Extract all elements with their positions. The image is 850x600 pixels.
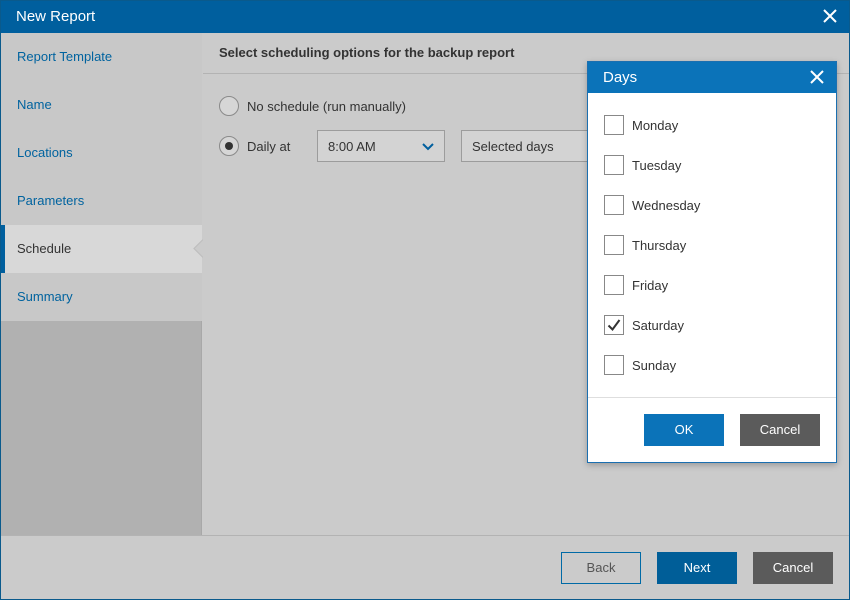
day-checkbox[interactable]	[604, 315, 624, 335]
sidebar-item-name[interactable]: Name	[1, 81, 202, 129]
sidebar-item-label: Summary	[17, 289, 73, 304]
close-icon[interactable]	[809, 69, 825, 85]
days-cancel-button[interactable]: Cancel	[740, 414, 820, 446]
ok-button[interactable]: OK	[644, 414, 724, 446]
sidebar-item-label: Locations	[17, 145, 73, 160]
time-select-value: 8:00 AM	[328, 139, 376, 154]
day-wednesday[interactable]: Wednesday	[604, 195, 824, 217]
sidebar-item-locations[interactable]: Locations	[1, 129, 202, 177]
window-title: New Report	[16, 8, 96, 25]
divider	[588, 397, 836, 398]
checkmark-icon	[607, 319, 621, 332]
days-mode-select[interactable]: Selected days	[461, 130, 601, 162]
title-bar: New Report	[1, 1, 849, 33]
sidebar-item-label: Report Template	[17, 49, 113, 64]
sidebar-item-parameters[interactable]: Parameters	[1, 177, 202, 225]
day-label: Monday	[632, 118, 679, 133]
wizard-footer: Back Next Cancel	[1, 535, 849, 599]
sidebar-item-label: Schedule	[17, 241, 72, 256]
chevron-down-icon	[422, 143, 434, 151]
day-label: Friday	[632, 278, 669, 293]
sidebar-item-summary[interactable]: Summary	[1, 273, 202, 321]
day-label: Tuesday	[632, 158, 682, 173]
sidebar-item-label: Parameters	[17, 193, 85, 208]
daily-at-label: Daily at	[247, 139, 291, 154]
days-mode-value: Selected days	[472, 139, 554, 154]
day-checkbox[interactable]	[604, 115, 624, 135]
day-checkbox[interactable]	[604, 275, 624, 295]
day-thursday[interactable]: Thursday	[604, 235, 824, 257]
days-dialog: Days Monday Tuesday Wednesday Thursday F…	[587, 61, 837, 463]
day-checkbox[interactable]	[604, 195, 624, 215]
day-tuesday[interactable]: Tuesday	[604, 155, 824, 177]
day-saturday[interactable]: Saturday	[604, 315, 824, 337]
day-label: Saturday	[632, 318, 685, 333]
no-schedule-label: No schedule (run manually)	[247, 99, 406, 114]
days-dialog-title: Days	[603, 69, 638, 86]
day-checkbox[interactable]	[604, 355, 624, 375]
sidebar-item-schedule[interactable]: Schedule	[1, 225, 202, 273]
day-label: Sunday	[632, 358, 677, 373]
daily-at-radio[interactable]	[219, 136, 239, 156]
close-icon[interactable]	[821, 7, 839, 25]
no-schedule-radio[interactable]	[219, 96, 239, 116]
back-button[interactable]: Back	[561, 552, 641, 584]
sidebar-item-report-template[interactable]: Report Template	[1, 33, 202, 81]
wizard-sidebar: Report Template Name Locations Parameter…	[1, 33, 202, 535]
sidebar-item-label: Name	[17, 97, 52, 112]
day-sunday[interactable]: Sunday	[604, 355, 824, 377]
day-label: Wednesday	[632, 198, 701, 213]
day-label: Thursday	[632, 238, 687, 253]
day-checkbox[interactable]	[604, 155, 624, 175]
day-monday[interactable]: Monday	[604, 115, 824, 137]
day-checkbox[interactable]	[604, 235, 624, 255]
page-title: Select scheduling options for the backup…	[219, 45, 515, 60]
next-button[interactable]: Next	[657, 552, 737, 584]
days-dialog-title-bar: Days	[588, 62, 836, 93]
day-friday[interactable]: Friday	[604, 275, 824, 297]
cancel-button[interactable]: Cancel	[753, 552, 833, 584]
time-select[interactable]: 8:00 AM	[317, 130, 445, 162]
